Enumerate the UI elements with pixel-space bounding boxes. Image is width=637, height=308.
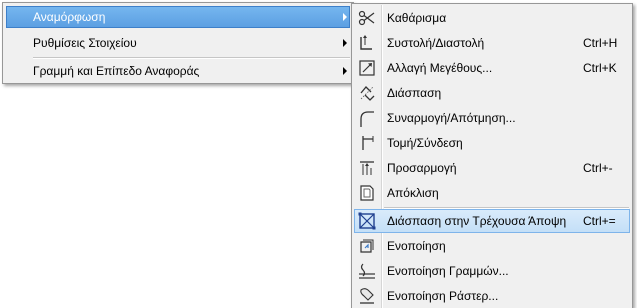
adjust-icon bbox=[357, 33, 377, 53]
shortcut-text: Ctrl+H bbox=[583, 36, 618, 50]
submenu-item-adjust[interactable]: Συστολή/Διαστολή Ctrl+H bbox=[354, 31, 630, 55]
menu-item-reference-line-plane[interactable]: Γραμμή και Επίπεδο Αναφοράς bbox=[6, 60, 350, 82]
trim-scissors-icon bbox=[357, 8, 377, 28]
submenu-arrow-icon bbox=[343, 67, 347, 75]
menu-item-element-settings[interactable]: Ρυθμίσεις Στοιχείου bbox=[6, 32, 350, 54]
unify-raster-icon bbox=[357, 286, 377, 306]
submenu-item-label: Διάσπαση bbox=[387, 86, 442, 100]
submenu-item-split[interactable]: Διάσπαση bbox=[354, 81, 630, 105]
resize-icon bbox=[357, 58, 377, 78]
submenu-item-unify-lines[interactable]: Ενοποίηση Γραμμών... bbox=[354, 259, 630, 283]
menu-item-label: Γραμμή και Επίπεδο Αναφοράς bbox=[33, 64, 200, 78]
shortcut-text: Ctrl+= bbox=[583, 214, 616, 228]
menu-separator bbox=[33, 57, 350, 59]
submenu-item-fillet-chamfer[interactable]: Συναρμογή/Απότμηση... bbox=[354, 106, 630, 130]
submenu-item-label: Ενοποίηση bbox=[387, 239, 446, 253]
submenu-arrow-icon bbox=[343, 39, 347, 47]
menu-item-label: Αναμόρφωση bbox=[33, 10, 106, 24]
fillet-chamfer-icon bbox=[357, 108, 377, 128]
reshape-submenu: Καθάρισμα Συστολή/Διαστολή Ctrl+H Αλλαγή… bbox=[351, 3, 633, 308]
unify-lines-icon bbox=[357, 261, 377, 281]
submenu-item-trim[interactable]: Καθάρισμα bbox=[354, 6, 630, 30]
menu-item-reshape[interactable]: Αναμόρφωση bbox=[6, 6, 350, 28]
submenu-item-label: Ενοποίηση Ράστερ... bbox=[387, 289, 499, 303]
submenu-item-label: Διάσπαση στην Τρέχουσα Άποψη bbox=[387, 214, 567, 228]
submenu-item-label: Συστολή/Διαστολή bbox=[387, 36, 485, 50]
main-context-menu: Αναμόρφωση Ρυθμίσεις Στοιχείου Γραμμή κα… bbox=[2, 2, 354, 84]
submenu-item-resize[interactable]: Αλλαγή Μεγέθους... Ctrl+K bbox=[354, 56, 630, 80]
submenu-item-unify-raster[interactable]: Ενοποίηση Ράστερ... bbox=[354, 284, 630, 308]
submenu-item-label: Τομή/Σύνδεση bbox=[387, 136, 463, 150]
submenu-item-intersect[interactable]: Τομή/Σύνδεση bbox=[354, 131, 630, 155]
submenu-item-label: Προσαρμογή bbox=[387, 161, 457, 175]
submenu-item-explode-into-current-view[interactable]: Διάσπαση στην Τρέχουσα Άποψη Ctrl+= bbox=[354, 209, 630, 233]
submenu-item-label: Αλλαγή Μεγέθους... bbox=[387, 61, 493, 75]
submenu-item-offset[interactable]: Απόκλιση bbox=[354, 181, 630, 205]
split-icon bbox=[357, 83, 377, 103]
adjust-elements-icon bbox=[357, 158, 377, 178]
context-menu-area: Αναμόρφωση Ρυθμίσεις Στοιχείου Γραμμή κα… bbox=[0, 0, 637, 308]
unify-icon bbox=[357, 236, 377, 256]
submenu-arrow-icon bbox=[343, 13, 347, 21]
explode-into-current-view-icon bbox=[357, 211, 377, 231]
submenu-item-label: Ενοποίηση Γραμμών... bbox=[387, 264, 509, 278]
intersect-icon bbox=[357, 133, 377, 153]
menu-item-label: Ρυθμίσεις Στοιχείου bbox=[33, 36, 137, 50]
shortcut-text: Ctrl+- bbox=[583, 161, 613, 175]
offset-icon bbox=[357, 183, 377, 203]
submenu-item-label: Απόκλιση bbox=[387, 186, 439, 200]
submenu-item-label: Συναρμογή/Απότμηση... bbox=[387, 111, 516, 125]
submenu-item-unify[interactable]: Ενοποίηση bbox=[354, 234, 630, 258]
submenu-item-label: Καθάρισμα bbox=[387, 11, 447, 25]
submenu-item-adjust-elements[interactable]: Προσαρμογή Ctrl+- bbox=[354, 156, 630, 180]
shortcut-text: Ctrl+K bbox=[583, 61, 617, 75]
